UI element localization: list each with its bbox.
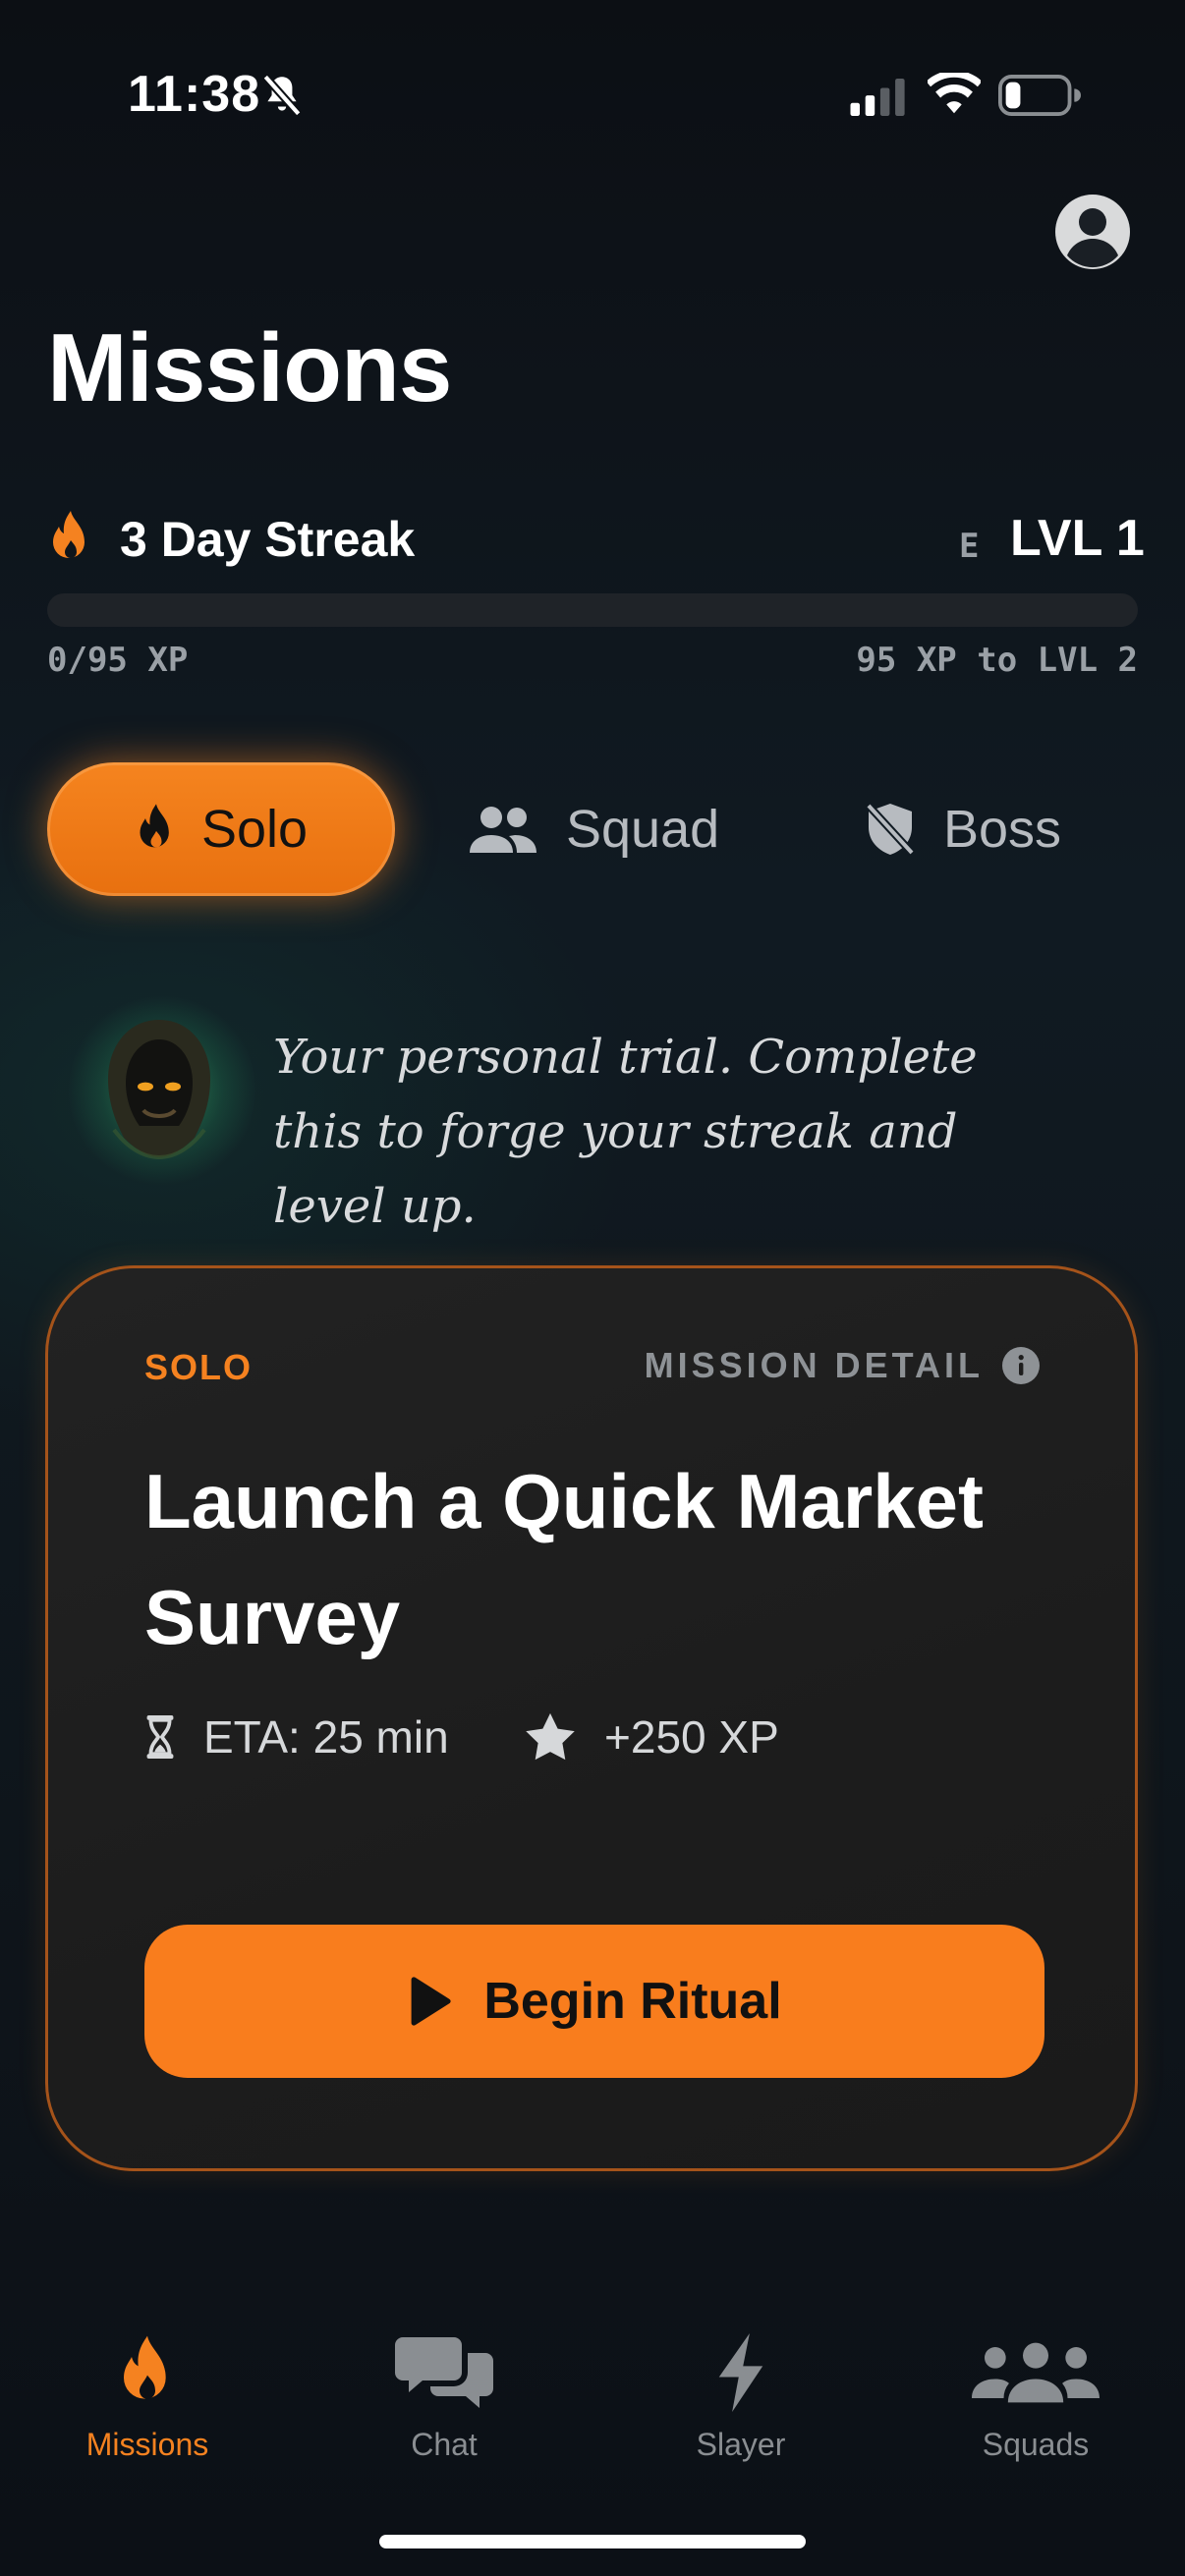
mission-xp-text: +250 XP — [604, 1711, 779, 1763]
tab-boss-label: Boss — [943, 800, 1062, 859]
hooded-villain-avatar — [108, 1020, 210, 1160]
mission-eta: ETA: 25 min — [144, 1710, 449, 1764]
xp-current-label: 0/95 XP — [47, 641, 189, 680]
flame-icon — [124, 2335, 166, 2399]
star-icon — [526, 1712, 575, 1761]
bolt-icon — [718, 2333, 763, 2412]
wifi-icon — [928, 73, 981, 114]
info-icon — [1002, 1347, 1040, 1384]
hourglass-icon — [146, 1714, 174, 1760]
nav-squads-label: Squads — [982, 2427, 1090, 2462]
begin-ritual-button[interactable]: Begin Ritual — [144, 1925, 1044, 2078]
level-label: LVL 1 — [1010, 510, 1145, 567]
flame-icon — [140, 804, 169, 848]
nav-missions-label: Missions — [85, 2427, 209, 2462]
nav-squads[interactable]: Squads — [928, 2328, 1144, 2463]
tab-boss[interactable]: Boss — [865, 762, 1061, 896]
status-time: 11:38 — [128, 66, 261, 123]
bell-muted-icon — [262, 74, 302, 117]
cellular-signal-icon — [850, 79, 905, 116]
nav-chat-label: Chat — [411, 2427, 478, 2462]
mission-type-label: SOLO — [144, 1347, 254, 1387]
missions-screen: 11:38 Missions 3 Day Streak E LVL 1 0/95… — [0, 0, 1185, 2576]
nav-missions[interactable]: Missions — [39, 2328, 255, 2463]
nav-slayer-label: Slayer — [696, 2427, 786, 2462]
tab-solo[interactable]: Solo — [47, 762, 395, 896]
flame-icon — [53, 511, 85, 558]
battery-icon — [998, 75, 1081, 116]
mission-card: SOLO MISSION DETAIL Launch a Quick Marke… — [45, 1265, 1138, 2171]
nav-slayer[interactable]: Slayer — [633, 2328, 849, 2463]
mission-xp-reward: +250 XP — [524, 1710, 779, 1764]
page-title: Missions — [47, 313, 452, 421]
mission-title: Launch a Quick Market Survey — [144, 1458, 984, 1660]
streak-label: 3 Day Streak — [120, 512, 416, 567]
shield-slash-icon — [866, 803, 915, 856]
xp-next-level-label: 95 XP to LVL 2 — [856, 641, 1138, 680]
tab-solo-label: Solo — [200, 800, 309, 859]
bottom-tab-bar: Missions Chat Slayer Squads — [0, 2328, 1185, 2476]
home-indicator — [379, 2535, 806, 2548]
play-icon — [411, 1977, 451, 2026]
begin-ritual-label: Begin Ritual — [483, 1973, 782, 2030]
tab-squad-label: Squad — [566, 800, 720, 859]
tab-squad[interactable]: Squad — [468, 762, 719, 896]
group-icon — [972, 2342, 1100, 2403]
mission-detail-label: MISSION DETAIL — [644, 1345, 984, 1385]
people-icon — [470, 807, 536, 853]
status-bar: 11:38 — [0, 0, 1185, 196]
rank-letter: E — [959, 527, 980, 566]
profile-avatar-button[interactable] — [1053, 193, 1132, 271]
chat-bubbles-icon — [395, 2337, 493, 2408]
nav-chat[interactable]: Chat — [336, 2328, 552, 2463]
mission-eta-text: ETA: 25 min — [203, 1711, 449, 1763]
mission-detail-link[interactable]: MISSION DETAIL — [645, 1345, 1041, 1386]
intro-text: Your personal trial. Complete this to fo… — [273, 1030, 978, 1234]
xp-progress-bar — [47, 593, 1138, 627]
